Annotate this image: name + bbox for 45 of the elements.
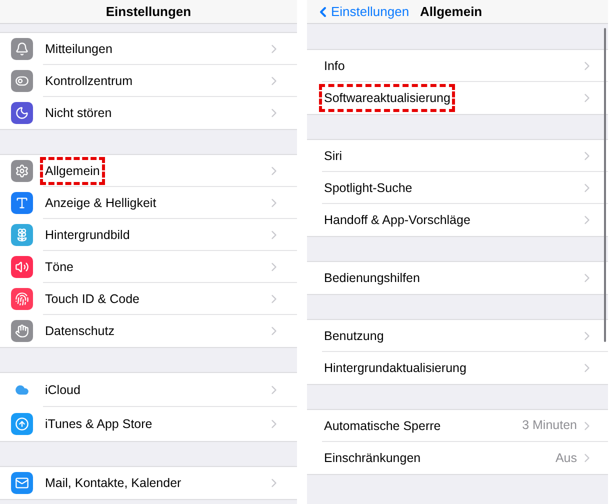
window-title: Einstellungen (106, 2, 192, 21)
row-label: iTunes & App Store (44, 417, 154, 431)
settings-row[interactable]: iTunes & App Store (0, 407, 297, 441)
settings-row[interactable]: Kontrollzentrum (0, 65, 297, 97)
settings-row[interactable]: Datenschutz (0, 315, 297, 347)
row-value: 3 Minuten (522, 417, 577, 434)
settings-row[interactable]: Anzeige & Helligkeit (0, 187, 297, 219)
row-label: Mitteilungen (44, 42, 114, 56)
settings-row[interactable]: Softwareaktualisierung (307, 82, 608, 114)
window-title: Allgemein (420, 2, 482, 21)
settings-row[interactable]: Hintergrundbild (0, 219, 297, 251)
settings-row[interactable]: iCloud (0, 373, 297, 407)
settings-row[interactable]: Hintergrundaktualisierung (307, 352, 608, 384)
back-button[interactable]: Einstellungen (315, 2, 420, 22)
row-label: Handoff & App-Vorschläge (323, 213, 472, 227)
row-label: Anzeige & Helligkeit (44, 196, 158, 210)
row-label: Spotlight-Suche (323, 180, 414, 194)
row-label: Siri (323, 148, 344, 162)
row-label: iCloud (44, 382, 82, 396)
row-label: Mail, Kontakte, Kalender (44, 476, 182, 490)
row-label: Nicht stören (44, 106, 113, 120)
settings-row[interactable]: Nicht stören (0, 97, 297, 129)
settings-row[interactable]: Töne (0, 251, 297, 283)
row-label: Hintergrundaktualisierung (323, 361, 468, 375)
settings-row[interactable]: Allgemein (0, 155, 297, 187)
settings-row[interactable]: Bedienungshilfen (307, 262, 608, 294)
row-label: Allgemein (43, 160, 102, 182)
row-label: Automatische Sperre (323, 418, 442, 432)
row-label: Benutzung (323, 328, 385, 342)
settings-row[interactable]: Einschränkungen Aus (307, 442, 608, 474)
settings-row[interactable]: Mitteilungen (0, 33, 297, 65)
row-label: Hintergrundbild (44, 228, 131, 242)
row-value: Aus (555, 450, 577, 467)
row-label: Datenschutz (44, 324, 116, 338)
row-label: Info (323, 58, 346, 72)
settings-row[interactable]: Handoff & App-Vorschläge (307, 204, 608, 236)
row-label: Töne (44, 260, 74, 274)
settings-row[interactable]: Touch ID & Code (0, 283, 297, 315)
row-label: Kontrollzentrum (44, 74, 134, 88)
settings-row[interactable]: Automatische Sperre 3 Minuten (307, 410, 608, 442)
settings-row[interactable]: Mail, Kontakte, Kalender (0, 467, 297, 499)
row-label: Bedienungshilfen (323, 271, 421, 285)
row-label: Einschränkungen (323, 451, 422, 465)
row-label: Softwareaktualisierung (322, 87, 452, 109)
row-label: Touch ID & Code (44, 292, 140, 306)
